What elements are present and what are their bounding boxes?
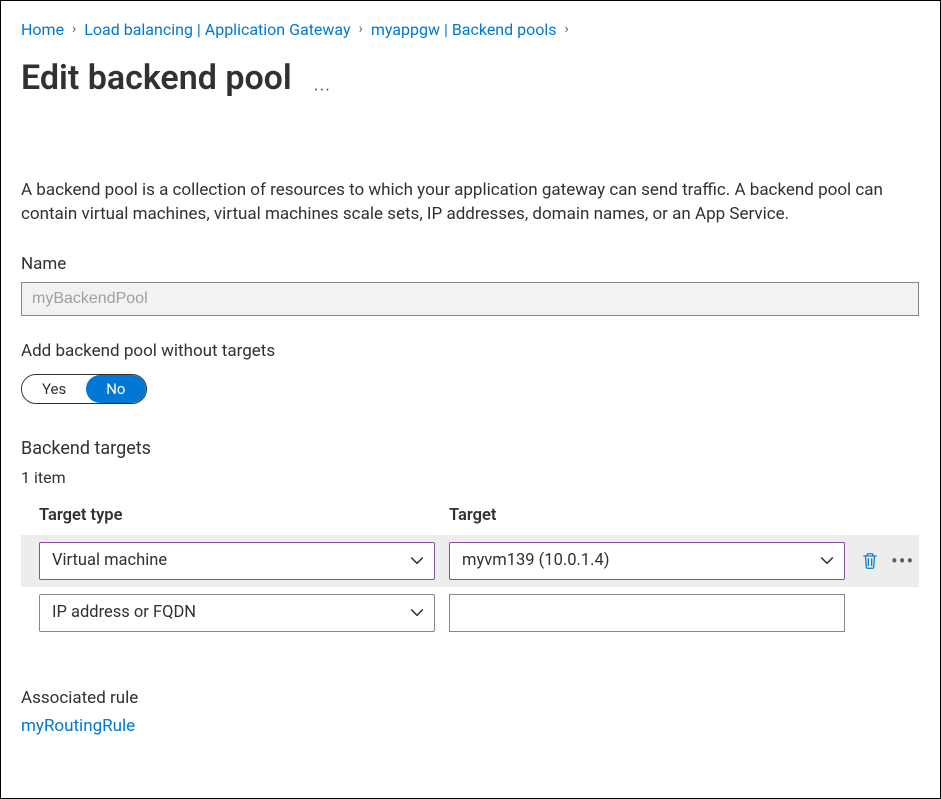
breadcrumb-backend-pools[interactable]: myappgw | Backend pools: [371, 19, 557, 41]
target-type-value: Virtual machine: [52, 549, 167, 572]
toggle-no[interactable]: No: [86, 375, 145, 403]
title-row: Edit backend pool ···: [21, 49, 922, 133]
chevron-down-icon: [410, 554, 424, 568]
chevron-right-icon: ›: [72, 20, 76, 40]
target-input[interactable]: [449, 594, 845, 632]
target-type-value: IP address or FQDN: [52, 601, 196, 624]
breadcrumb: Home › Load balancing | Application Gate…: [21, 19, 922, 41]
row-actions: •••: [859, 550, 914, 572]
target-select[interactable]: myvm139 (10.0.1.4): [449, 542, 845, 580]
page-description: A backend pool is a collection of resour…: [21, 179, 921, 227]
associated-rule-link[interactable]: myRoutingRule: [21, 715, 135, 739]
name-input: [21, 282, 919, 316]
targets-table: Target type Target Virtual machine myvm1…: [21, 504, 919, 639]
delete-button[interactable]: [859, 550, 881, 572]
row-more-button[interactable]: •••: [891, 556, 914, 566]
without-targets-label: Add backend pool without targets: [21, 340, 922, 364]
chevron-right-icon: ›: [359, 20, 363, 40]
target-type-select[interactable]: Virtual machine: [39, 542, 435, 580]
trash-icon: [861, 552, 879, 570]
column-target: Target: [449, 504, 919, 527]
backend-targets-header: Backend targets: [21, 436, 922, 461]
toggle-yes[interactable]: Yes: [22, 375, 86, 403]
chevron-down-icon: [410, 606, 424, 620]
target-type-select[interactable]: IP address or FQDN: [39, 594, 435, 632]
chevron-right-icon: ›: [565, 20, 569, 40]
associated-rule-label: Associated rule: [21, 687, 922, 711]
more-icon[interactable]: ···: [314, 82, 331, 100]
breadcrumb-home[interactable]: Home: [21, 19, 64, 41]
column-target-type: Target type: [39, 504, 449, 527]
without-targets-toggle[interactable]: Yes No: [21, 374, 147, 404]
page-title: Edit backend pool: [21, 55, 292, 103]
chevron-down-icon: [820, 554, 834, 568]
table-row: IP address or FQDN: [21, 587, 919, 639]
name-label: Name: [21, 253, 922, 277]
targets-table-header: Target type Target: [21, 504, 919, 535]
backend-targets-count: 1 item: [21, 467, 922, 489]
breadcrumb-load-balancing[interactable]: Load balancing | Application Gateway: [84, 19, 350, 41]
target-value: myvm139 (10.0.1.4): [462, 549, 609, 572]
table-row: Virtual machine myvm139 (10.0.1.4) •••: [21, 535, 919, 587]
